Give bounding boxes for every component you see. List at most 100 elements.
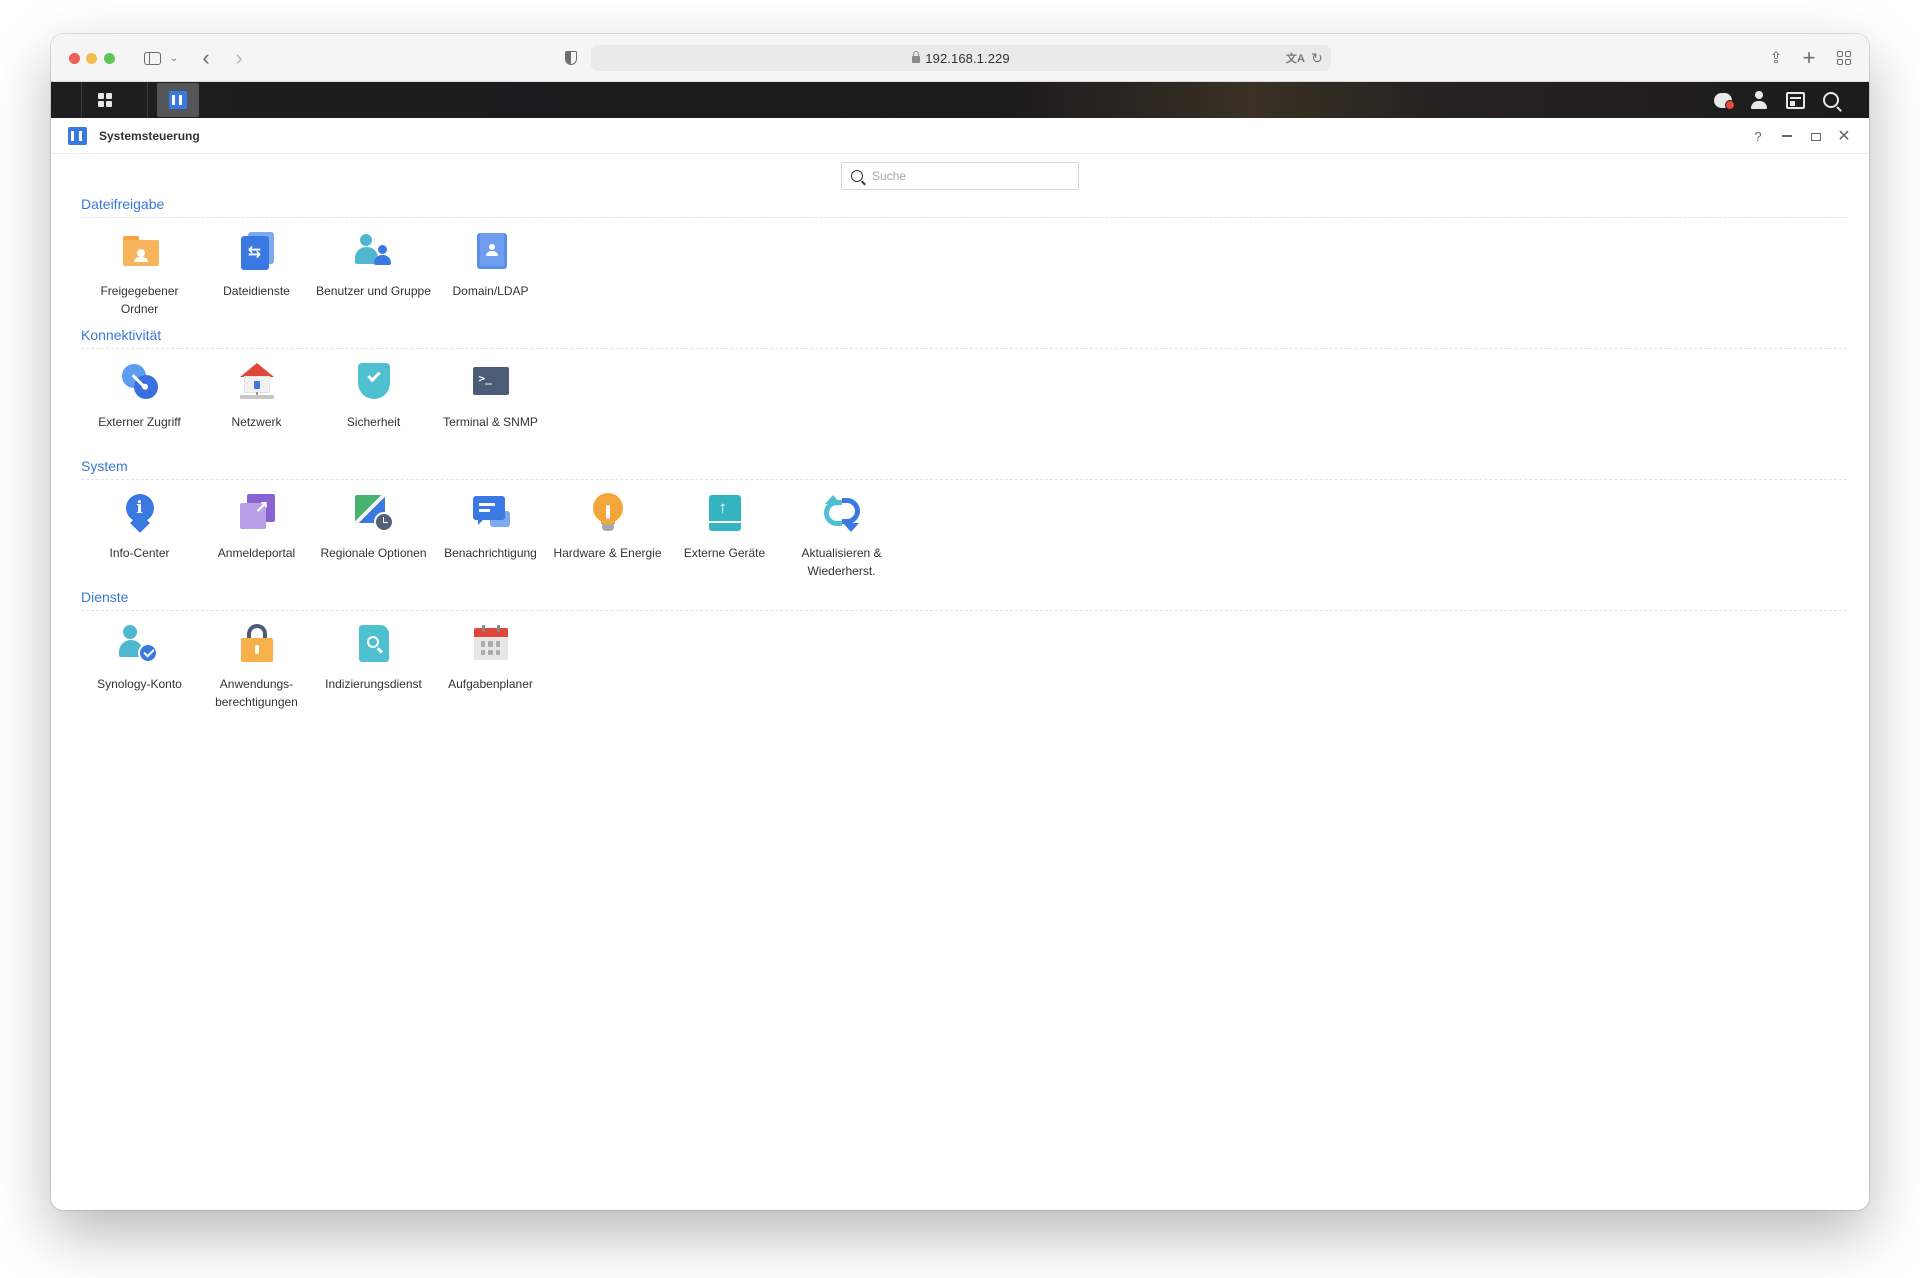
section-title: Konnektivität: [81, 327, 162, 343]
item-label: Synology-Konto: [97, 677, 182, 691]
item-synology-account[interactable]: Synology-Konto: [81, 616, 198, 711]
item-label: Netzwerk: [231, 415, 282, 429]
restore-button[interactable]: [1806, 126, 1826, 146]
hardware-power-icon: [587, 492, 629, 534]
forward-arrow-icon[interactable]: ›: [229, 45, 249, 70]
search-icon: [851, 170, 863, 182]
item-terminal-snmp[interactable]: >_ Terminal & SNMP: [432, 354, 549, 431]
item-label: Externe Geräte: [683, 546, 766, 560]
help-button[interactable]: ?: [1748, 126, 1768, 146]
sidebar-toggle-icon[interactable]: [141, 46, 163, 70]
item-label: Benachrichtigung: [444, 546, 537, 560]
widgets-icon[interactable]: [1783, 88, 1807, 112]
item-security[interactable]: Sicherheit: [315, 354, 432, 431]
notification-icon: [470, 492, 512, 534]
url-text: 192.168.1.229: [925, 50, 1010, 66]
search-field[interactable]: [841, 162, 1079, 190]
item-indexing-service[interactable]: Indizierungsdienst: [315, 616, 432, 711]
item-label: Info-Center: [109, 546, 170, 560]
item-login-portal[interactable]: ↗ Anmeldeportal: [198, 485, 315, 580]
item-label: Dateidienste: [223, 284, 290, 298]
taskbar-divider: [147, 82, 148, 118]
section-connectivity: Konnektivität Externer Zugriff Netzwerk …: [81, 327, 1847, 429]
item-label: Regionale Optionen: [320, 546, 427, 560]
item-domain-ldap[interactable]: Domain/LDAP: [432, 223, 549, 318]
domain-ldap-icon: [470, 230, 512, 272]
section-divider: [81, 348, 1847, 349]
item-label: Anmeldeportal: [217, 546, 296, 560]
search-icon[interactable]: [1819, 88, 1843, 112]
item-label: Hardware & Energie: [553, 546, 662, 560]
taskbar-control-panel-button[interactable]: [157, 83, 199, 117]
close-button[interactable]: ✕: [1834, 126, 1854, 146]
file-services-icon: ⇆: [236, 230, 278, 272]
share-icon[interactable]: ⇪: [1766, 46, 1786, 70]
zoom-window-button[interactable]: [104, 53, 115, 64]
minimize-button[interactable]: [1777, 126, 1797, 146]
item-notification[interactable]: Benachrichtigung: [432, 485, 549, 580]
section-system: System i Info-Center ↗ Anmeldeportal Reg…: [81, 458, 1847, 578]
taskbar-divider: [81, 82, 82, 118]
item-external-devices[interactable]: ↑ Externe Geräte: [666, 485, 783, 580]
task-scheduler-icon: [470, 623, 512, 665]
section-divider: [81, 217, 1847, 218]
item-task-scheduler[interactable]: Aufgabenplaner: [432, 616, 549, 711]
translate-icon[interactable]: 文A: [1286, 45, 1305, 71]
section-title: Dienste: [81, 589, 129, 605]
indexing-service-icon: [353, 623, 395, 665]
item-application-privileges[interactable]: Anwendungs-berechtigungen: [198, 616, 315, 711]
back-arrow-icon[interactable]: ‹: [196, 45, 216, 70]
tab-overview-icon[interactable]: [1834, 46, 1854, 70]
update-restore-icon: [821, 492, 863, 534]
security-icon: [353, 361, 395, 403]
info-center-icon: i: [119, 492, 161, 534]
network-icon: [236, 361, 278, 403]
new-tab-icon[interactable]: +: [1799, 45, 1819, 70]
app-title-bar: Systemsteuerung ? ✕: [51, 118, 1869, 154]
item-network[interactable]: Netzwerk: [198, 354, 315, 431]
application-privileges-icon: [236, 623, 278, 665]
section-services: Dienste Synology-Konto Anwendungs-berech…: [81, 589, 1847, 709]
app-title: Systemsteuerung: [99, 129, 200, 143]
user-icon[interactable]: [1747, 88, 1771, 112]
search-input[interactable]: [872, 169, 1062, 183]
browser-toolbar: ⌄ ‹ › 192.168.1.229 文A ↻ ⇪ +: [51, 34, 1869, 82]
synology-account-icon: [118, 623, 161, 665]
item-label: Freigegebener Ordner: [100, 284, 179, 316]
item-label: Sicherheit: [346, 415, 401, 429]
privacy-shield-icon[interactable]: [561, 46, 581, 70]
item-label: Indizierungsdienst: [325, 677, 422, 691]
chevron-down-icon[interactable]: ⌄: [168, 46, 180, 70]
section-title: System: [81, 458, 128, 474]
terminal-icon: >_: [470, 361, 512, 403]
item-external-access[interactable]: Externer Zugriff: [81, 354, 198, 431]
item-label: Terminal & SNMP: [443, 415, 538, 429]
item-label: Aufgabenplaner: [448, 677, 533, 691]
item-label: Externer Zugriff: [98, 415, 181, 429]
control-panel-icon: [169, 91, 187, 109]
lock-icon: [912, 50, 921, 63]
reload-icon[interactable]: ↻: [1311, 45, 1323, 71]
browser-window: ⌄ ‹ › 192.168.1.229 文A ↻ ⇪ + Systemsteue…: [51, 34, 1869, 1210]
item-regional-options[interactable]: Regionale Optionen: [315, 485, 432, 580]
section-file-sharing: Dateifreigabe Freigegebener Ordner ⇆ Dat…: [81, 196, 1847, 316]
section-title: Dateifreigabe: [81, 196, 165, 212]
address-bar[interactable]: 192.168.1.229 文A ↻: [591, 45, 1331, 71]
shared-folder-icon: [119, 230, 161, 272]
item-update-restore[interactable]: Aktualisieren & Wiederherst.: [783, 485, 900, 580]
external-access-icon: [119, 361, 161, 403]
main-menu-icon[interactable]: [91, 86, 119, 114]
item-file-services[interactable]: ⇆ Dateidienste: [198, 223, 315, 318]
item-label: Benutzer und Gruppe: [316, 284, 431, 298]
control-panel-icon: [68, 127, 87, 145]
item-hardware-power[interactable]: Hardware & Energie: [549, 485, 666, 580]
notification-chat-icon[interactable]: [1711, 88, 1735, 112]
item-shared-folder[interactable]: Freigegebener Ordner: [81, 223, 198, 318]
item-info-center[interactable]: i Info-Center: [81, 485, 198, 580]
item-user-group[interactable]: Benutzer und Gruppe: [315, 223, 432, 318]
item-label: Aktualisieren & Wiederherst.: [801, 546, 882, 578]
close-window-button[interactable]: [69, 53, 80, 64]
minimize-window-button[interactable]: [86, 53, 97, 64]
dsm-taskbar: [51, 82, 1869, 118]
user-group-icon: [353, 230, 395, 272]
